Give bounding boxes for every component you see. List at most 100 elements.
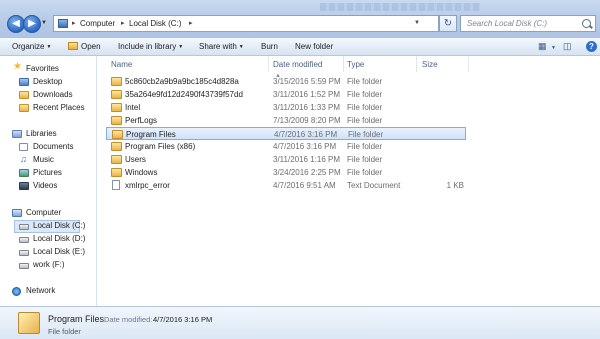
recent-pages-dropdown[interactable]: ▼ bbox=[41, 20, 47, 26]
breadcrumb-separator[interactable]: ▸ bbox=[72, 19, 76, 27]
documents-icon bbox=[19, 143, 28, 151]
computer-icon bbox=[58, 19, 68, 28]
column-divider[interactable] bbox=[343, 56, 344, 72]
file-name: xmlrpc_error bbox=[125, 181, 170, 190]
drive-icon bbox=[19, 237, 29, 243]
nav-pictures[interactable]: Pictures bbox=[33, 168, 62, 177]
file-row[interactable]: xmlrpc_error 4/7/2016 9:51 AM Text Docum… bbox=[106, 179, 466, 192]
file-date: 4/7/2016 3:16 PM bbox=[273, 142, 337, 151]
nav-local-disk-d[interactable]: Local Disk (D:) bbox=[33, 234, 85, 243]
include-in-library-menu[interactable]: Include in library ▼ bbox=[118, 42, 183, 51]
view-dropdown-icon[interactable]: ▼ bbox=[551, 45, 556, 51]
share-with-menu[interactable]: Share with ▼ bbox=[199, 42, 244, 51]
folder-icon bbox=[111, 90, 122, 99]
file-row[interactable]: 35a264e9fd12d2490f43739f57dd 3/11/2016 1… bbox=[106, 88, 466, 101]
downloads-icon bbox=[19, 91, 29, 99]
file-type: File folder bbox=[348, 130, 384, 139]
breadcrumb-local-disk-c[interactable]: Local Disk (C:) bbox=[129, 19, 181, 28]
search-icon[interactable] bbox=[582, 19, 591, 28]
file-date: 3/11/2016 1:52 PM bbox=[273, 90, 341, 99]
chevron-down-icon: ▼ bbox=[46, 44, 52, 50]
details-pane: Program Files Date modified: 4/7/2016 3:… bbox=[0, 306, 600, 339]
folder-icon bbox=[111, 116, 122, 125]
breadcrumb-separator[interactable]: ▸ bbox=[189, 19, 193, 27]
column-divider[interactable] bbox=[468, 56, 469, 72]
nav-local-disk-c[interactable]: Local Disk (C:) bbox=[33, 221, 85, 230]
help-icon[interactable]: ? bbox=[586, 41, 597, 52]
file-row[interactable]: Intel 3/11/2016 1:33 PM File folder bbox=[106, 101, 466, 114]
nav-computer[interactable]: Computer bbox=[26, 208, 61, 217]
file-date: 4/7/2016 9:51 AM bbox=[273, 181, 336, 190]
burn-button[interactable]: Burn bbox=[261, 42, 278, 51]
details-date-value: 4/7/2016 3:16 PM bbox=[153, 315, 213, 324]
chevron-down-icon: ▼ bbox=[178, 44, 184, 50]
file-date: 7/13/2009 8:20 PM bbox=[273, 116, 341, 125]
file-row-selected[interactable]: Program Files 4/7/2016 3:16 PM File fold… bbox=[106, 127, 466, 140]
file-row[interactable]: Windows 3/24/2016 2:25 PM File folder bbox=[106, 166, 466, 179]
file-name: Program Files bbox=[126, 130, 176, 139]
nav-recent-places[interactable]: Recent Places bbox=[33, 103, 85, 112]
nav-libraries[interactable]: Libraries bbox=[26, 129, 57, 138]
nav-music[interactable]: Music bbox=[33, 155, 54, 164]
open-folder-icon bbox=[68, 42, 78, 50]
favorites-star-icon: ★ bbox=[13, 61, 22, 72]
file-name: 5c860cb2a9b9a9bc185c4d828a bbox=[125, 77, 239, 86]
folder-icon bbox=[111, 103, 122, 112]
file-row[interactable]: PerfLogs 7/13/2009 8:20 PM File folder bbox=[106, 114, 466, 127]
file-type: File folder bbox=[347, 155, 383, 164]
file-name: Windows bbox=[125, 168, 158, 177]
details-item-type: File folder bbox=[48, 327, 81, 336]
column-divider[interactable] bbox=[416, 56, 417, 72]
file-type: Text Document bbox=[347, 181, 401, 190]
nav-downloads[interactable]: Downloads bbox=[33, 90, 73, 99]
drive-icon bbox=[19, 250, 29, 256]
open-button[interactable]: Open bbox=[68, 42, 101, 51]
column-header-type[interactable]: Type bbox=[347, 60, 364, 69]
nav-favorites[interactable]: Favorites bbox=[26, 64, 59, 73]
folder-icon bbox=[111, 168, 122, 177]
column-divider[interactable] bbox=[268, 56, 269, 72]
address-bar[interactable]: ▸ Computer ▸ Local Disk (C:) ▸ ▼ bbox=[53, 15, 439, 32]
file-size: 1 KB bbox=[446, 181, 464, 190]
forward-button[interactable]: ▶ bbox=[23, 15, 41, 33]
command-bar: Organize ▼ Open Include in library ▼ Share… bbox=[0, 38, 600, 56]
file-date: 3/11/2016 1:16 PM bbox=[273, 155, 341, 164]
new-folder-button[interactable]: New folder bbox=[295, 42, 333, 51]
videos-icon bbox=[19, 182, 29, 190]
nav-videos[interactable]: Videos bbox=[33, 181, 57, 190]
file-row[interactable]: Users 3/11/2016 1:16 PM File folder bbox=[106, 153, 466, 166]
folder-icon bbox=[112, 130, 123, 139]
file-name: PerfLogs bbox=[125, 116, 158, 125]
file-type: File folder bbox=[347, 168, 383, 177]
nav-desktop[interactable]: Desktop bbox=[33, 77, 62, 86]
search-input[interactable]: Search Local Disk (C:) bbox=[460, 15, 596, 32]
view-options-icon[interactable]: ▦ bbox=[538, 41, 547, 52]
refresh-button[interactable]: ↻ bbox=[439, 15, 457, 32]
file-date: 3/15/2016 5:59 PM bbox=[273, 77, 341, 86]
nav-local-disk-e[interactable]: Local Disk (E:) bbox=[33, 247, 85, 256]
file-date: 4/7/2016 3:16 PM bbox=[274, 130, 338, 139]
column-header-size[interactable]: Size bbox=[422, 60, 438, 69]
organize-menu[interactable]: Organize ▼ bbox=[12, 42, 51, 51]
file-row[interactable]: Program Files (x86) 4/7/2016 3:16 PM Fil… bbox=[106, 140, 466, 153]
file-row[interactable]: 5c860cb2a9b9a9bc185c4d828a 3/15/2016 5:5… bbox=[106, 75, 466, 88]
file-list: Name ▲ Date modified Type Size 5c860cb2a… bbox=[98, 56, 600, 306]
title-bar: ◀ ▶ ▼ ▸ Computer ▸ Local Disk (C:) ▸ ▼ ↻… bbox=[0, 0, 600, 38]
preview-pane-icon[interactable]: ◫ bbox=[563, 41, 572, 52]
file-type: File folder bbox=[347, 77, 383, 86]
column-header-date-modified[interactable]: Date modified bbox=[273, 60, 322, 69]
network-icon bbox=[12, 287, 21, 296]
address-dropdown-icon[interactable]: ▼ bbox=[414, 20, 420, 26]
pictures-icon bbox=[19, 169, 29, 177]
folder-icon bbox=[18, 312, 40, 334]
chevron-down-icon: ▼ bbox=[238, 44, 244, 50]
nav-network[interactable]: Network bbox=[26, 286, 55, 295]
column-header-name[interactable]: Name bbox=[111, 60, 132, 69]
nav-work-f[interactable]: work (F:) bbox=[33, 260, 65, 269]
file-type: File folder bbox=[347, 142, 383, 151]
breadcrumb-separator[interactable]: ▸ bbox=[121, 19, 125, 27]
libraries-icon bbox=[12, 130, 22, 138]
text-document-icon bbox=[112, 180, 120, 190]
breadcrumb-computer[interactable]: Computer bbox=[80, 19, 115, 28]
nav-documents[interactable]: Documents bbox=[33, 142, 73, 151]
